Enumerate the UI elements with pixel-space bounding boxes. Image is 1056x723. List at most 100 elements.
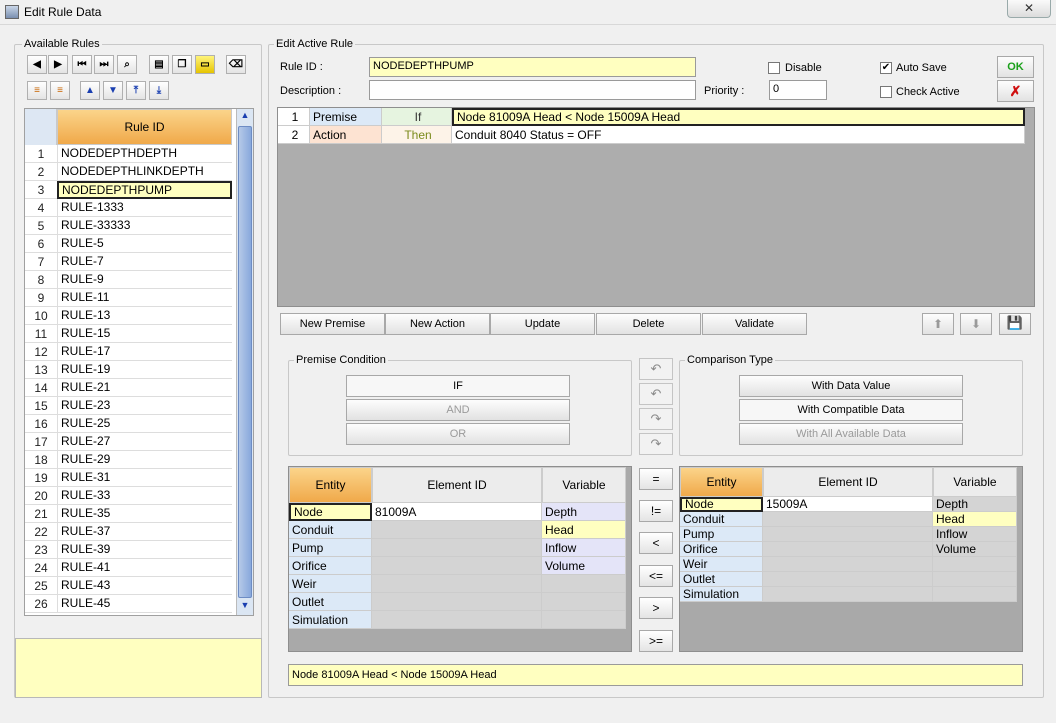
and-button[interactable]: AND — [346, 399, 570, 421]
sort-ascending-icon[interactable]: ≡ — [27, 81, 47, 100]
operator-button[interactable]: <= — [639, 565, 673, 587]
description-field[interactable] — [369, 80, 696, 100]
first-arrow-left-icon[interactable]: ◀ — [27, 55, 47, 74]
entity-cell[interactable]: Outlet — [680, 572, 763, 587]
rule-row[interactable]: RULE-5 — [57, 235, 232, 253]
rule-id-header[interactable]: Rule ID — [57, 109, 232, 145]
arrow-right-icon[interactable]: ▶ — [48, 55, 68, 74]
entity-cell[interactable]: Conduit — [289, 521, 372, 539]
last-record-icon[interactable]: ⏭ — [94, 55, 114, 74]
copy-icon[interactable]: ❐ — [172, 55, 192, 74]
entity-cell[interactable]: Pump — [289, 539, 372, 557]
rule-row[interactable]: RULE-1333 — [57, 199, 232, 217]
find-icon[interactable]: ⌕ — [117, 55, 137, 74]
scroll-up-icon[interactable]: ▲ — [238, 110, 252, 124]
entity-cell[interactable]: Node — [289, 503, 372, 521]
operator-button[interactable]: > — [639, 597, 673, 619]
rule-line-text[interactable]: Node 81009A Head < Node 15009A Head — [452, 108, 1025, 126]
variable-cell[interactable]: Depth — [542, 503, 626, 521]
scroll-thumb[interactable] — [238, 126, 252, 598]
rule-row[interactable]: RULE-29 — [57, 451, 232, 469]
rule-row[interactable]: RULE-17 — [57, 343, 232, 361]
sort-descending-icon[interactable]: ≡ — [50, 81, 70, 100]
rule-line-keyword[interactable]: Then — [382, 126, 452, 144]
variable-cell[interactable]: Head — [542, 521, 626, 539]
entity-cell[interactable]: Pump — [680, 527, 763, 542]
rule-id-field[interactable]: NODEDEPTHPUMP — [369, 57, 696, 77]
rule-row[interactable]: RULE-19 — [57, 361, 232, 379]
rule-row[interactable]: NODEDEPTHLINKDEPTH — [57, 163, 232, 181]
variable-cell[interactable]: Inflow — [542, 539, 626, 557]
rule-row[interactable]: RULE-11 — [57, 289, 232, 307]
line-up-icon[interactable]: ⬆ — [922, 313, 954, 335]
entity-cell[interactable]: Weir — [289, 575, 372, 593]
ok-button[interactable]: OK — [997, 56, 1034, 78]
entity-cell[interactable]: Simulation — [680, 587, 763, 602]
save-icon[interactable]: 💾 — [999, 313, 1031, 335]
move-bottom-icon[interactable]: ⤓ — [149, 81, 169, 100]
undo-icon[interactable]: ↶ — [639, 383, 673, 405]
rule-row[interactable]: RULE-45 — [57, 595, 232, 613]
rule-row[interactable]: RULE-15 — [57, 325, 232, 343]
delete-button[interactable]: Delete — [596, 313, 701, 335]
scroll-down-icon[interactable]: ▼ — [238, 600, 252, 614]
operator-button[interactable]: >= — [639, 630, 673, 652]
rule-row[interactable]: RULE-25 — [57, 415, 232, 433]
new-premise-button[interactable]: New Premise — [280, 313, 385, 335]
if-button[interactable]: IF — [346, 375, 570, 397]
rule-line-text[interactable]: Conduit 8040 Status = OFF — [452, 126, 1025, 144]
rule-row[interactable]: RULE-39 — [57, 541, 232, 559]
operator-button[interactable]: != — [639, 500, 673, 522]
rule-row[interactable]: RULE-21 — [57, 379, 232, 397]
auto-save-checkbox[interactable]: ✔ — [880, 62, 892, 74]
rule-row[interactable]: NODEDEPTHPUMP — [57, 181, 232, 199]
variable-cell[interactable]: Inflow — [933, 527, 1017, 542]
with-all-available-data-button[interactable]: With All Available Data — [739, 423, 963, 445]
move-up-icon[interactable]: ▲ — [80, 81, 100, 100]
rule-row[interactable]: RULE-33333 — [57, 217, 232, 235]
first-record-icon[interactable]: ⏮ — [72, 55, 92, 74]
disable-checkbox[interactable] — [768, 62, 780, 74]
variable-cell[interactable]: Volume — [933, 542, 1017, 557]
rule-row[interactable]: RULE-43 — [57, 577, 232, 595]
rename-icon[interactable]: ▭ — [195, 55, 215, 74]
rule-line-type[interactable]: Action — [310, 126, 382, 144]
rule-row[interactable]: RULE-27 — [57, 433, 232, 451]
line-down-icon[interactable]: ⬇ — [960, 313, 992, 335]
entity-cell[interactable]: Orifice — [289, 557, 372, 575]
cancel-button[interactable]: ✗ — [997, 80, 1034, 102]
or-button[interactable]: OR — [346, 423, 570, 445]
new-document-icon[interactable]: ▤ — [149, 55, 169, 74]
element-id-cell[interactable]: 15009A — [763, 497, 933, 512]
eraser-icon[interactable]: ⌫ — [226, 55, 246, 74]
rule-row[interactable]: RULE-23 — [57, 397, 232, 415]
rule-row[interactable]: RULE-33 — [57, 487, 232, 505]
entity-cell[interactable]: Node — [680, 497, 763, 512]
entity-cell[interactable]: Weir — [680, 557, 763, 572]
validate-button[interactable]: Validate — [702, 313, 807, 335]
rule-row[interactable]: RULE-13 — [57, 307, 232, 325]
move-down-icon[interactable]: ▼ — [103, 81, 123, 100]
rule-row[interactable]: NODEDEPTHDEPTH — [57, 145, 232, 163]
undo-left-icon[interactable]: ↶ — [639, 358, 673, 380]
with-data-value-button[interactable]: With Data Value — [739, 375, 963, 397]
entity-cell[interactable]: Simulation — [289, 611, 372, 629]
entity-cell[interactable]: Orifice — [680, 542, 763, 557]
update-button[interactable]: Update — [490, 313, 595, 335]
variable-cell[interactable]: Head — [933, 512, 1017, 527]
with-compatible-data-button[interactable]: With Compatible Data — [739, 399, 963, 421]
priority-field[interactable]: 0 — [769, 80, 827, 100]
entity-cell[interactable]: Outlet — [289, 593, 372, 611]
redo-icon[interactable]: ↷ — [639, 408, 673, 430]
rule-row[interactable]: RULE-9 — [57, 271, 232, 289]
element-id-cell[interactable]: 81009A — [372, 503, 542, 521]
check-active-checkbox[interactable] — [880, 86, 892, 98]
move-top-icon[interactable]: ⤒ — [126, 81, 146, 100]
redo-right-icon[interactable]: ↷ — [639, 433, 673, 455]
variable-cell[interactable]: Volume — [542, 557, 626, 575]
rule-row[interactable]: RULE-7 — [57, 253, 232, 271]
operator-button[interactable]: = — [639, 468, 673, 490]
new-action-button[interactable]: New Action — [385, 313, 490, 335]
rule-row[interactable]: RULE-37 — [57, 523, 232, 541]
rule-row[interactable]: RULE-41 — [57, 559, 232, 577]
